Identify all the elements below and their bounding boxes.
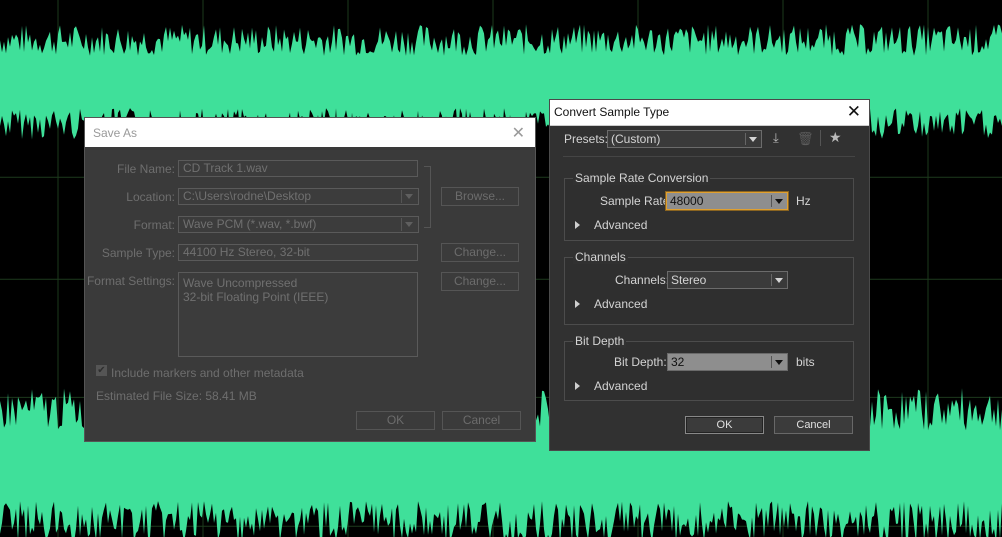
divider	[563, 156, 855, 157]
include-markers-checkbox[interactable]: ✔	[96, 365, 107, 376]
close-icon[interactable]: ✕	[847, 102, 861, 122]
convert-sample-type-dialog: Convert Sample Type ✕ Presets: (Custom) …	[549, 99, 870, 451]
dropdown-arrow-icon	[775, 360, 783, 365]
close-icon[interactable]: ✕	[512, 123, 525, 143]
convert-title: Convert Sample Type	[554, 105, 670, 119]
format-settings-line: 32-bit Floating Point (IEEE)	[183, 290, 329, 304]
disclosure-triangle-icon[interactable]	[575, 221, 580, 229]
bit-depth-value: 32	[671, 355, 685, 369]
convert-titlebar: Convert Sample Type ✕	[550, 100, 869, 126]
save-as-titlebar: Save As ✕	[85, 118, 535, 147]
toolbar-divider	[820, 130, 821, 146]
sample-type-label: Sample Type:	[101, 246, 175, 260]
format-label: Format:	[133, 218, 175, 232]
presets-dropdown[interactable]: (Custom)	[607, 130, 762, 148]
bit-depth-group-label: Bit Depth	[573, 334, 627, 348]
bit-depth-advanced[interactable]: Advanced	[594, 379, 647, 393]
sample-rate-value: 48000	[670, 194, 704, 208]
format-settings-label: Format Settings:	[86, 274, 175, 288]
format-value: Wave PCM (*.wav, *.bwf)	[183, 217, 317, 231]
dropdown-arrow-icon	[405, 222, 413, 227]
disclosure-triangle-icon[interactable]	[575, 382, 580, 390]
save-as-title: Save As	[93, 126, 138, 140]
dropdown-arrow-icon	[749, 137, 757, 142]
estimated-file-size: Estimated File Size: 58.41 MB	[96, 389, 257, 403]
presets-label: Presets:	[564, 132, 609, 146]
format-settings-box: Wave Uncompressed 32-bit Floating Point …	[178, 272, 418, 357]
channels-label: Channels:	[615, 273, 670, 287]
sample-rate-group-label: Sample Rate Conversion	[573, 171, 711, 185]
channels-group	[564, 257, 854, 325]
delete-preset-icon[interactable]: 🗑	[797, 131, 814, 147]
save-as-ok-button[interactable]: OK	[356, 411, 435, 430]
favorite-star-icon[interactable]: ★	[829, 129, 842, 146]
dropdown-arrow-icon	[775, 278, 783, 283]
format-settings-line: Wave Uncompressed	[183, 276, 298, 290]
browse-button[interactable]: Browse...	[441, 187, 519, 206]
format-dropdown[interactable]: Wave PCM (*.wav, *.bwf)	[178, 216, 419, 233]
change-format-settings-button[interactable]: Change...	[441, 272, 519, 291]
sample-type-field: 44100 Hz Stereo, 32-bit	[178, 244, 418, 261]
presets-value: (Custom)	[611, 132, 661, 146]
change-sample-type-button[interactable]: Change...	[441, 243, 519, 262]
channels-value: Stereo	[671, 273, 707, 287]
dropdown-arrow-icon	[405, 194, 413, 199]
include-markers-label: Include markers and other metadata	[111, 366, 304, 380]
location-value: C:\Users\rodne\Desktop	[183, 189, 312, 203]
disclosure-triangle-icon[interactable]	[575, 300, 580, 308]
sample-rate-dropdown[interactable]: 48000	[665, 191, 789, 211]
file-name-input[interactable]: CD Track 1.wav	[178, 160, 418, 177]
channels-advanced[interactable]: Advanced	[594, 297, 647, 311]
convert-ok-button[interactable]: OK	[685, 416, 764, 434]
bit-depth-dropdown[interactable]: 32	[667, 353, 788, 371]
bracket-divider	[424, 166, 431, 228]
channels-group-label: Channels	[573, 250, 628, 264]
location-label: Location:	[126, 190, 175, 204]
save-as-cancel-button[interactable]: Cancel	[442, 411, 521, 430]
sample-rate-label: Sample Rate:	[600, 194, 673, 208]
convert-cancel-button[interactable]: Cancel	[774, 416, 853, 434]
dropdown-arrow-icon	[775, 199, 783, 204]
sample-rate-unit: Hz	[796, 194, 811, 208]
sample-rate-advanced[interactable]: Advanced	[594, 218, 647, 232]
location-dropdown[interactable]: C:\Users\rodne\Desktop	[178, 188, 419, 205]
file-name-label: File Name:	[116, 162, 175, 176]
channels-dropdown[interactable]: Stereo	[667, 271, 788, 289]
bit-depth-label: Bit Depth:	[614, 355, 667, 369]
save-as-dialog: Save As ✕ File Name: CD Track 1.wav Loca…	[84, 117, 536, 442]
bit-depth-unit: bits	[796, 355, 815, 369]
save-preset-icon[interactable]: ⤓	[773, 130, 779, 146]
